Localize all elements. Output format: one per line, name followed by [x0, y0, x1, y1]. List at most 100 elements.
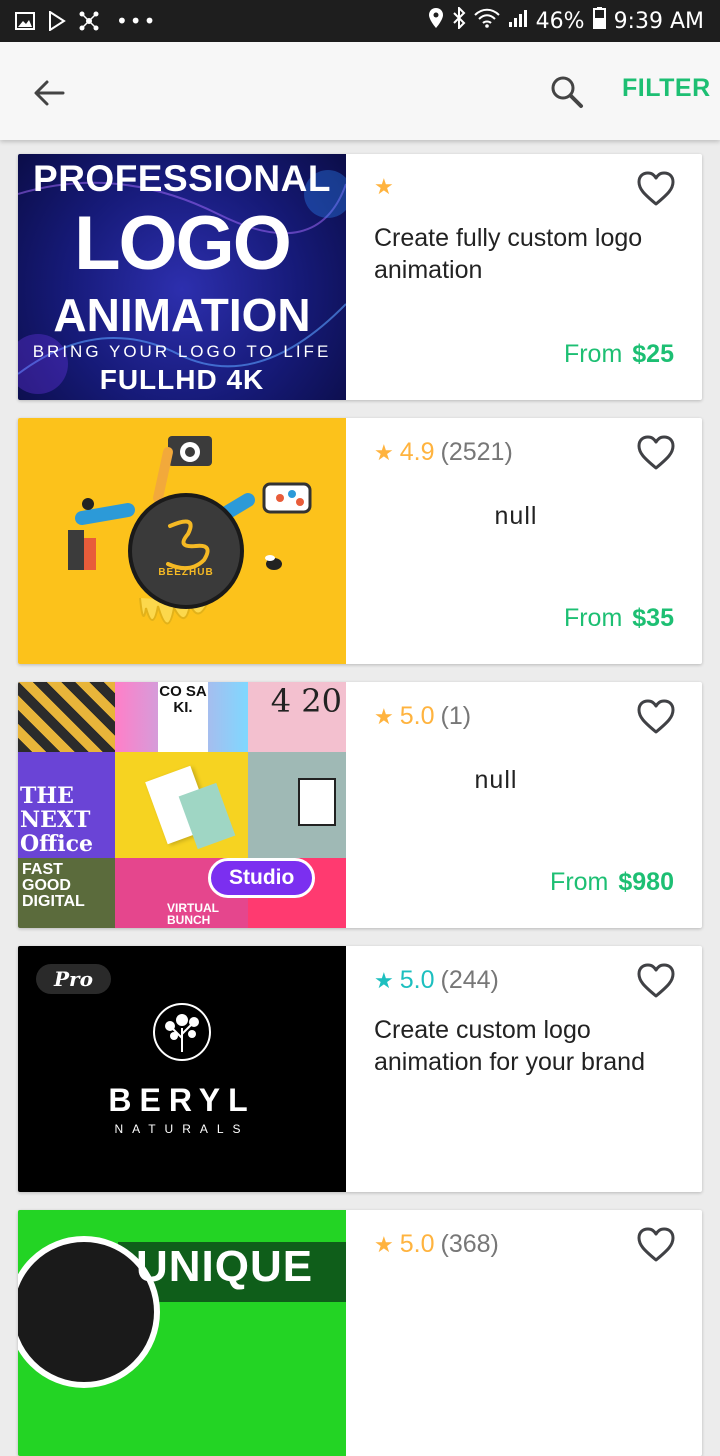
favorite-button[interactable]: [636, 434, 676, 472]
location-icon: [428, 7, 444, 35]
gig-info: ★ 5.0 (368): [346, 1210, 702, 1456]
star-icon: ★: [374, 174, 394, 199]
price-prefix: From: [550, 868, 609, 896]
gig-info: ★ 5.0 (1) null From $980: [346, 682, 702, 928]
collage-tile-office: THE NEXT Office: [18, 752, 115, 858]
collage-tile-fast-good: FAST GOOD DIGITAL: [18, 858, 115, 928]
gig-thumbnail[interactable]: CO SA KI. 4 20 THE NEXT Office FAST GOOD…: [18, 682, 346, 928]
flamingo-label: [298, 778, 336, 826]
office-text: THE NEXT Office: [20, 783, 93, 857]
star-icon: ★: [374, 1231, 394, 1257]
fast-good-text: FAST GOOD DIGITAL: [22, 861, 85, 910]
thumb-line-3: ANIMATION: [53, 289, 311, 341]
price-prefix: From: [563, 604, 623, 632]
collage-tile-denim: [248, 752, 346, 858]
rating: ★: [374, 174, 406, 200]
gig-thumbnail[interactable]: BEEZHUB: [18, 418, 346, 664]
back-button[interactable]: [28, 73, 70, 113]
tree-logo-icon: [153, 1003, 211, 1061]
wifi-icon: [473, 8, 500, 34]
pro-badge: Pro: [36, 964, 111, 994]
search-button[interactable]: [546, 71, 588, 113]
rating: ★ 5.0 (1): [374, 702, 471, 731]
clock: 9:39 AM: [613, 8, 704, 34]
gig-card[interactable]: CO SA KI. 4 20 THE NEXT Office FAST GOOD…: [18, 682, 702, 928]
rating-count: (2521): [440, 438, 513, 466]
heart-icon: [637, 435, 675, 470]
thumb-line-1: PROFESSIONAL: [33, 158, 331, 199]
thumb-line-4: BRING YOUR LOGO TO LIFE: [32, 342, 332, 361]
heart-icon: [637, 963, 675, 998]
rating-count: (368): [440, 1230, 499, 1258]
gig-card[interactable]: BEEZHUB ★ 4.9 (2521) null From $35: [18, 418, 702, 664]
heart-icon: [637, 699, 675, 734]
app-bar: FILTER: [0, 42, 720, 140]
gig-info: ★ 4.9 (2521) null From $35: [346, 418, 702, 664]
price-value: $35: [632, 604, 674, 632]
thumb-sub: NATURALS: [114, 1122, 250, 1136]
battery-percent: 46%: [535, 8, 585, 34]
gallery-icon: [14, 10, 36, 32]
thumb-text: UNIQUE: [136, 1242, 314, 1291]
rating-value: 5.0: [399, 702, 435, 730]
price-prefix: From: [563, 340, 623, 368]
rating-value: 5.0: [399, 1230, 435, 1258]
battery-icon: [592, 7, 606, 35]
favorite-button[interactable]: [636, 962, 676, 1000]
thumb-line-2: LOGO: [74, 201, 292, 286]
beezhub-illustration: [68, 436, 312, 625]
thumb-brand: BERYL: [108, 1082, 256, 1118]
virtual-bunch-text: VIRTUAL BUNCH: [167, 901, 219, 927]
gig-card[interactable]: UNIQUE ★ 5.0 (368): [18, 1210, 702, 1456]
favorite-button[interactable]: [636, 170, 676, 208]
collage-tile-420: 4 20: [248, 682, 346, 752]
gig-info: ★ Create fully custom logo animation Fro…: [346, 154, 702, 400]
rating-value: 5.0: [399, 966, 435, 994]
gig-card[interactable]: PROFESSIONAL LOGO ANIMATION BRING YOUR L…: [18, 154, 702, 400]
gig-price: [664, 1132, 674, 1161]
rating: ★ 4.9 (2521): [374, 438, 513, 467]
favorite-button[interactable]: [636, 1226, 676, 1264]
status-bar: ••• 46% 9:39 AM: [0, 0, 720, 42]
gig-card[interactable]: Pro BERYL NATURALS ★ 5.0 (244) Create cu…: [18, 946, 702, 1192]
card-mockup: [178, 782, 236, 850]
thumb-brand: BEEZHUB: [158, 567, 214, 578]
favorite-button[interactable]: [636, 698, 676, 736]
price-value: $25: [632, 340, 674, 368]
bluetooth-icon: [452, 5, 466, 35]
rating: ★ 5.0 (368): [374, 1230, 499, 1259]
gig-price: From $980: [550, 868, 674, 897]
price-value: $980: [618, 868, 674, 896]
gig-info: ★ 5.0 (244) Create custom logo animation…: [346, 946, 702, 1192]
gig-title[interactable]: Create fully custom logo animation: [374, 222, 684, 286]
play-store-icon: [46, 10, 68, 32]
rating: ★ 5.0 (244): [374, 966, 499, 995]
arrow-left-icon: [34, 80, 65, 106]
star-icon: ★: [374, 967, 394, 993]
studio-badge: Studio: [208, 858, 316, 898]
collage-tile-cosaki: CO SA KI.: [158, 682, 208, 754]
collage-tile-cards: [115, 752, 248, 858]
gig-thumbnail[interactable]: PROFESSIONAL LOGO ANIMATION BRING YOUR L…: [18, 154, 346, 400]
gig-title[interactable]: null: [374, 764, 618, 796]
gig-price: From $25: [564, 340, 674, 369]
search-icon: [551, 76, 583, 108]
gig-thumbnail[interactable]: UNIQUE: [18, 1210, 346, 1456]
star-icon: ★: [374, 439, 394, 465]
gig-title[interactable]: null: [394, 500, 638, 532]
gig-price: From $35: [564, 604, 674, 633]
heart-icon: [637, 171, 675, 206]
network-icon: [78, 10, 100, 32]
gig-title[interactable]: Create custom logo animation for your br…: [374, 1014, 684, 1078]
rating-value: 4.9: [399, 438, 435, 466]
star-icon: ★: [374, 703, 394, 729]
more-notifications: •••: [116, 9, 158, 33]
rating-count: (1): [440, 702, 472, 730]
rating-count: (244): [440, 966, 499, 994]
collage-tile-pattern: [18, 682, 115, 752]
filter-button[interactable]: FILTER: [622, 74, 711, 103]
heart-icon: [637, 1227, 675, 1262]
signal-icon: [508, 8, 528, 34]
thumb-line-5: FULLHD 4K: [99, 364, 265, 395]
gig-thumbnail[interactable]: Pro BERYL NATURALS: [18, 946, 346, 1192]
